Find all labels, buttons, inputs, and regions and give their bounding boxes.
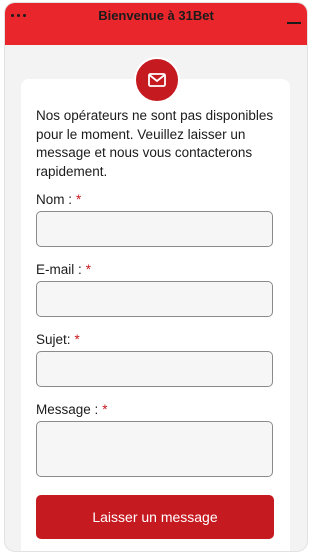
email-input[interactable] bbox=[36, 281, 273, 317]
widget-title: Bienvenue à 31Bet bbox=[98, 8, 214, 23]
widget-header: Bienvenue à 31Bet bbox=[5, 3, 307, 45]
email-label: E-mail : * bbox=[36, 262, 91, 277]
mail-badge bbox=[134, 57, 180, 103]
required-mark: * bbox=[74, 332, 80, 347]
leave-message-button[interactable]: Laisser un message bbox=[36, 495, 274, 539]
message-label-text: Message : bbox=[36, 402, 99, 417]
chat-widget: Bienvenue à 31Bet Nos opérateurs ne sont… bbox=[5, 3, 307, 551]
subject-input[interactable] bbox=[36, 351, 273, 387]
name-input[interactable] bbox=[36, 211, 273, 247]
offline-message: Nos opérateurs ne sont pas disponibles p… bbox=[36, 108, 274, 179]
required-mark: * bbox=[85, 262, 92, 277]
email-label-text: E-mail : bbox=[36, 262, 82, 277]
subject-label: Sujet: * bbox=[36, 332, 80, 347]
mail-icon bbox=[148, 73, 166, 87]
name-label: Nom : * bbox=[36, 192, 81, 207]
required-mark: * bbox=[76, 192, 82, 207]
message-textarea[interactable] bbox=[36, 421, 273, 477]
message-label: Message : * bbox=[36, 402, 108, 417]
required-mark: * bbox=[102, 402, 108, 417]
minimize-icon[interactable] bbox=[285, 12, 303, 26]
name-label-text: Nom : bbox=[36, 192, 73, 207]
subject-label-text: Sujet: bbox=[36, 332, 71, 347]
